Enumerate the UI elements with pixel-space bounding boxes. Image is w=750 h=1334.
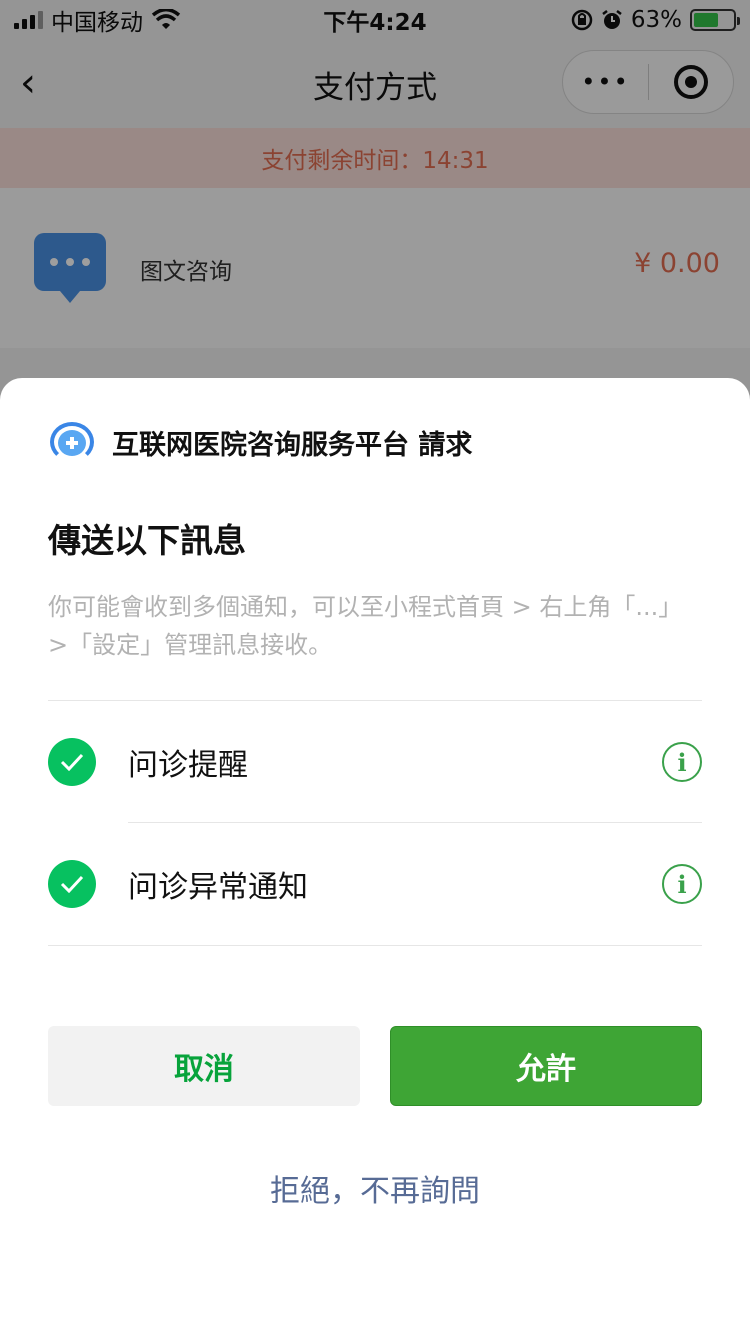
headset-medical-icon <box>48 418 96 466</box>
subscribe-message-sheet: 互联网医院咨询服务平台 請求 傳送以下訊息 你可能會收到多個通知，可以至小程式首… <box>0 378 750 1334</box>
permission-label: 问诊提醒 <box>128 748 248 783</box>
cancel-button[interactable]: 取消 <box>48 1026 360 1106</box>
reject-never-ask-link[interactable]: 拒絕，不再詢問 <box>0 1166 750 1210</box>
requesting-app-name: 互联网医院咨询服务平台 請求 <box>112 429 473 461</box>
permission-item[interactable]: 问诊提醒 i <box>48 701 702 823</box>
info-icon[interactable]: i <box>662 742 702 782</box>
allow-button[interactable]: 允許 <box>390 1026 702 1106</box>
sheet-title: 傳送以下訊息 <box>48 521 246 560</box>
info-icon[interactable]: i <box>662 864 702 904</box>
permission-item[interactable]: 问诊异常通知 i <box>48 823 702 945</box>
checkmark-icon[interactable] <box>48 860 96 908</box>
payment-page: 中国移动 下午4:24 63% ‹ 支付方式 ••• 支付剩余时间：14:31 … <box>0 0 750 1334</box>
sheet-header: 互联网医院咨询服务平台 請求 <box>48 418 472 466</box>
divider <box>48 945 702 946</box>
sheet-description: 你可能會收到多個通知，可以至小程式首頁 > 右上角「...」>「設定」管理訊息接… <box>48 593 683 659</box>
permission-label: 问诊异常通知 <box>128 870 308 905</box>
checkmark-icon[interactable] <box>48 738 96 786</box>
